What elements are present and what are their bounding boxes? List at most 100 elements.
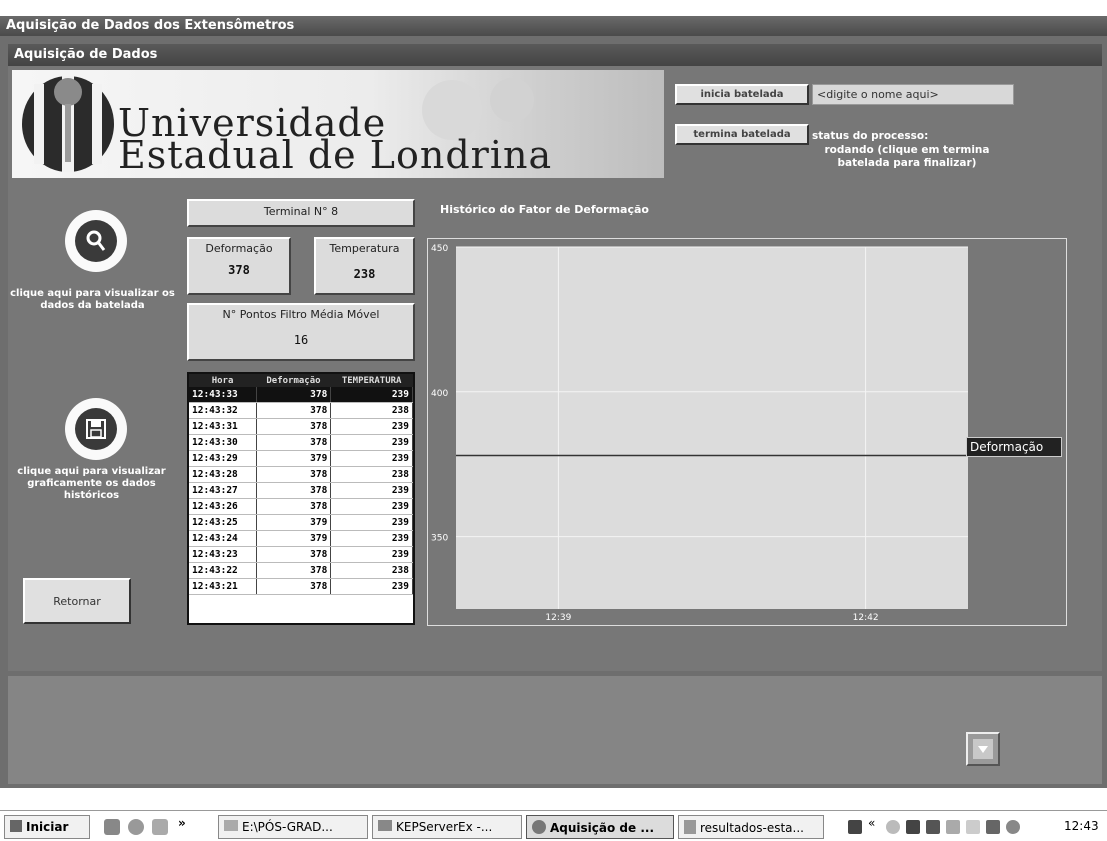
table-cell: 12:43:23 — [189, 546, 257, 563]
table-row[interactable]: 12:43:22 378 238 — [189, 562, 413, 579]
next-button[interactable] — [966, 732, 1000, 766]
history-chart: 350 400 450 12:39 12:42 — [431, 244, 968, 623]
table-cell: 378 — [256, 546, 332, 563]
filter-value: 16 — [293, 333, 309, 347]
taskbar-item-label: E:\PÓS-GRAD... — [242, 820, 333, 834]
table-row[interactable]: 12:43:31 378 239 — [189, 418, 413, 435]
quick-launch-chevron[interactable]: » — [178, 816, 186, 830]
table-cell: 238 — [330, 402, 413, 419]
taskbar-item-aquisicao[interactable]: Aquisição de ... — [526, 815, 674, 839]
table-cell: 239 — [330, 418, 413, 435]
table-cell: 239 — [330, 450, 413, 467]
table-cell: 239 — [330, 498, 413, 515]
tray-monitor-icon[interactable] — [906, 820, 920, 834]
tray-security-icon[interactable] — [1006, 820, 1020, 834]
chart-title: Histórico do Fator de Deformação — [440, 203, 649, 216]
table-cell: 12:43:30 — [189, 434, 257, 451]
tray-speaker-icon[interactable] — [986, 820, 1000, 834]
table-cell: 12:43:25 — [189, 514, 257, 531]
tray-windows-icon[interactable] — [926, 820, 940, 834]
table-cell: 12:43:24 — [189, 530, 257, 547]
taskbar-clock: 12:43 — [1064, 819, 1099, 833]
taskbar-item-label: KEPServerEx -... — [396, 820, 493, 834]
taskbar-item-kepserver[interactable]: KEPServerEx -... — [372, 815, 522, 839]
return-button[interactable]: Retornar — [23, 578, 131, 624]
window-title: Aquisição de Dados dos Extensômetros — [0, 16, 1107, 36]
deformation-label: Deformação — [205, 242, 273, 255]
table-cell: 12:43:21 — [189, 578, 257, 595]
chart-y-tick-label: 450 — [431, 244, 448, 254]
table-cell: 379 — [256, 450, 332, 467]
table-cell: 238 — [330, 562, 413, 579]
terminal-label: Terminal N° 8 — [263, 205, 339, 218]
filter-panel: N° Pontos Filtro Média Móvel 16 — [187, 303, 415, 361]
taskbar-item-label: Aquisição de ... — [550, 821, 655, 835]
tray-display-icon[interactable] — [966, 820, 980, 834]
table-cell: 378 — [256, 562, 332, 579]
view-batch-text: clique aqui para visualizar os dados da … — [10, 288, 175, 311]
table-row[interactable]: 12:43:28 378 238 — [189, 466, 413, 483]
table-cell: 378 — [256, 466, 332, 483]
chart-y-tick-label: 350 — [431, 534, 448, 544]
table-row[interactable]: 12:43:21 378 239 — [189, 578, 413, 595]
view-history-button[interactable] — [65, 398, 127, 460]
table-row[interactable]: 12:43:33 378 239 — [189, 387, 413, 403]
table-cell: 12:43:28 — [189, 466, 257, 483]
chart-frame: 350 400 450 12:39 12:42 — [427, 238, 1067, 626]
table-row[interactable]: 12:43:23 378 239 — [189, 546, 413, 563]
bottom-panel — [8, 676, 1102, 784]
magnifier-icon — [75, 220, 117, 262]
view-batch-button[interactable] — [65, 210, 127, 272]
table-cell: 378 — [256, 482, 332, 499]
taskbar-item-explorer[interactable]: E:\PÓS-GRAD... — [218, 815, 368, 839]
table-cell: 12:43:26 — [189, 498, 257, 515]
tray-app-icon[interactable] — [848, 820, 862, 834]
stop-batch-button[interactable]: termina batelada — [675, 124, 809, 145]
chart-x-tick-label: 12:39 — [545, 613, 571, 623]
chart-plot-area — [456, 247, 968, 609]
table-row[interactable]: 12:43:25 379 239 — [189, 514, 413, 531]
batch-name-input[interactable]: <digite o nome aqui> — [812, 84, 1014, 105]
table-cell: 238 — [330, 466, 413, 483]
table-cell: 239 — [330, 546, 413, 563]
table-row[interactable]: 12:43:29 379 239 — [189, 450, 413, 467]
quick-launch-desktop-icon[interactable] — [104, 819, 120, 835]
table-cell: 12:43:27 — [189, 482, 257, 499]
chart-y-tick-label: 400 — [431, 389, 448, 399]
tray-network-icon[interactable] — [886, 820, 900, 834]
table-cell: 378 — [256, 418, 332, 435]
temperature-value: 238 — [353, 267, 376, 281]
taskbar-item-resultados[interactable]: resultados-esta... — [678, 815, 824, 839]
table-row[interactable]: 12:43:30 378 239 — [189, 434, 413, 451]
table-cell: 12:43:22 — [189, 562, 257, 579]
table-cell: 378 — [256, 498, 332, 515]
table-row[interactable]: 12:43:32 378 238 — [189, 402, 413, 419]
quick-launch-media-icon[interactable] — [128, 819, 144, 835]
quick-launch-app-icon[interactable] — [152, 819, 168, 835]
table-cell: 239 — [330, 530, 413, 547]
table-header-cell[interactable]: Deformação — [256, 374, 331, 387]
data-table[interactable]: Hora Deformação TEMPERATURA 12:43:33 378 239… — [187, 372, 415, 625]
arrow-down-icon — [973, 739, 993, 759]
table-cell: 379 — [256, 514, 332, 531]
table-row[interactable]: 12:43:24 379 239 — [189, 530, 413, 547]
table-header-row: Hora Deformação TEMPERATURA — [189, 374, 413, 387]
tray-expand-chevron[interactable]: « — [868, 816, 875, 830]
temperature-panel: Temperatura 238 — [314, 237, 415, 295]
server-icon — [378, 820, 392, 831]
spreadsheet-icon — [684, 820, 696, 834]
table-row[interactable]: 12:43:26 378 239 — [189, 498, 413, 515]
start-batch-button[interactable]: inicia batelada — [675, 84, 809, 105]
table-row[interactable]: 12:43:27 378 239 — [189, 482, 413, 499]
table-header-cell[interactable]: Hora — [189, 374, 257, 387]
chart-x-tick-label: 12:42 — [853, 613, 879, 623]
start-button[interactable]: Iniciar — [4, 815, 90, 839]
table-cell: 379 — [256, 530, 332, 547]
form-title: Aquisição de Dados — [8, 44, 1102, 66]
table-cell: 239 — [330, 434, 413, 451]
start-button-label: Iniciar — [26, 820, 69, 834]
floppy-disk-icon — [75, 408, 117, 450]
tray-language-icon[interactable] — [946, 820, 960, 834]
table-header-cell[interactable]: TEMPERATURA — [330, 374, 413, 387]
table-cell: 239 — [330, 482, 413, 499]
